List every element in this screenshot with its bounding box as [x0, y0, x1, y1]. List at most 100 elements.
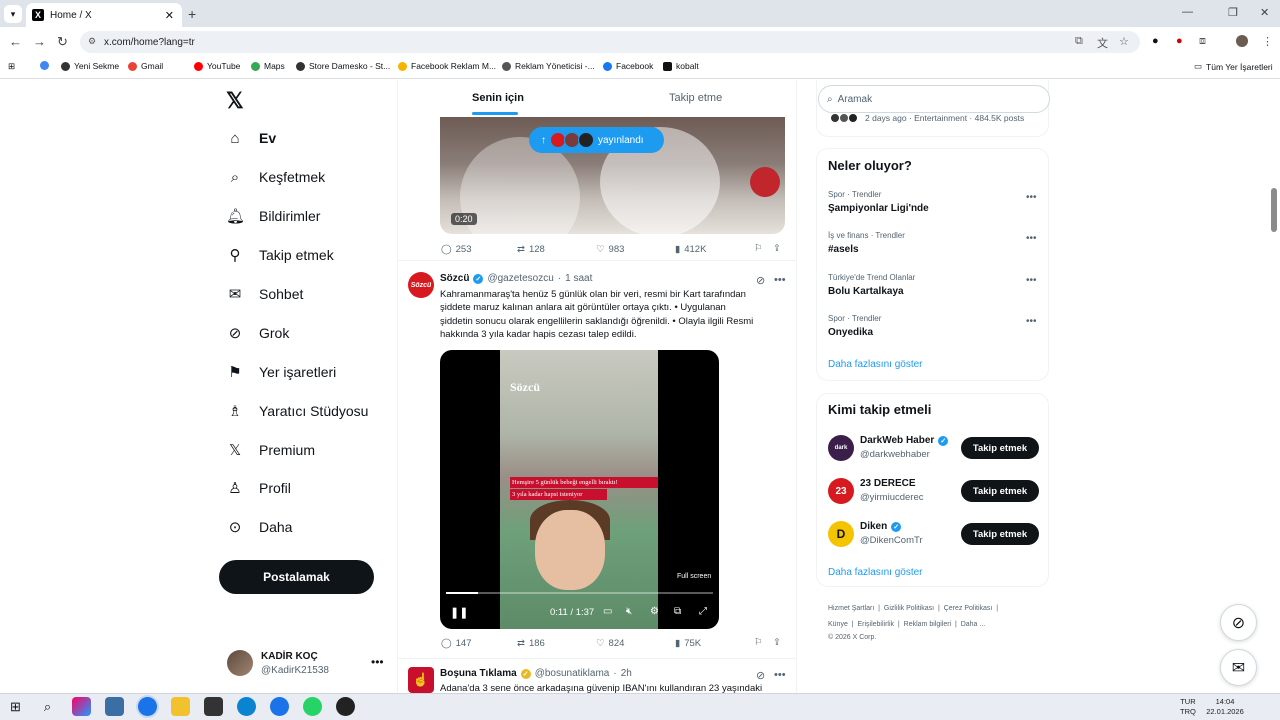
- star-icon[interactable]: ☆: [1119, 35, 1129, 48]
- bookmark-item[interactable]: kobalt: [663, 61, 699, 71]
- share-icon[interactable]: ⇪: [773, 637, 781, 648]
- close-window-button[interactable]: ✕: [1260, 6, 1269, 19]
- extension-red-icon[interactable]: ●: [1176, 35, 1183, 47]
- nav-bookmarks[interactable]: ⚑ Yer işaretleri: [226, 359, 336, 385]
- views-button[interactable]: ▮ 75K: [675, 638, 701, 649]
- kebab-menu-icon[interactable]: ⋮: [1262, 35, 1273, 48]
- app-icon[interactable]: [204, 697, 223, 716]
- bookmark-icon[interactable]: ⚐: [754, 637, 763, 648]
- nav-creator-studio[interactable]: ♗ Yaratıcı Stüdyosu: [226, 398, 368, 424]
- footer-link[interactable]: Erişilebilirlik: [857, 621, 894, 628]
- avatar[interactable]: ☝: [408, 667, 434, 693]
- post-button[interactable]: Postalamak: [219, 560, 374, 594]
- search-input[interactable]: ⌕ Aramak: [818, 85, 1050, 113]
- avatar[interactable]: [227, 650, 253, 676]
- extension-icon[interactable]: ●: [1152, 35, 1159, 47]
- bookmark-item[interactable]: Yeni Sekme: [61, 61, 119, 71]
- repost-button[interactable]: ⇄ 128: [517, 244, 545, 255]
- nav-more[interactable]: ⊙ Daha: [226, 514, 293, 540]
- bookmark-item[interactable]: Maps: [251, 61, 285, 71]
- footer-link[interactable]: Künye: [828, 621, 848, 628]
- windows-start-icon[interactable]: ⊞: [6, 697, 25, 716]
- follow-button[interactable]: Takip etmek: [961, 523, 1039, 545]
- profile-avatar[interactable]: [1236, 35, 1248, 47]
- x-logo-icon[interactable]: 𝕏: [226, 88, 244, 114]
- new-posts-pill[interactable]: ↑ yayınlandı: [529, 127, 664, 153]
- cast-icon[interactable]: ⧉: [1075, 35, 1083, 48]
- page-scrollbar[interactable]: [1271, 188, 1277, 232]
- chrome-icon[interactable]: [270, 697, 289, 716]
- grok-fab[interactable]: ⊘: [1220, 604, 1257, 641]
- grok-icon[interactable]: ⊘: [756, 669, 765, 682]
- views-button[interactable]: ▮ 412K: [675, 244, 706, 255]
- clock[interactable]: 14:04 22.01.2026: [1200, 697, 1250, 717]
- more-horizontal-icon[interactable]: •••: [774, 669, 786, 681]
- footer-link[interactable]: Daha ...: [961, 621, 986, 628]
- mute-icon[interactable]: 🔇︎: [626, 606, 632, 617]
- bookmark-item[interactable]: YouTube: [194, 61, 240, 71]
- footer-link[interactable]: Çerez Politikası: [944, 605, 993, 612]
- bookmark-item[interactable]: Store Damesko - St...: [296, 61, 390, 71]
- trend-meta[interactable]: 2 days ago · Entertainment · 484.5K post…: [830, 113, 1024, 123]
- nav-notifications[interactable]: 🔔︎ Bildirimler: [226, 203, 320, 229]
- reply-button[interactable]: ◯ 253: [441, 244, 472, 255]
- minimize-button[interactable]: —: [1182, 6, 1193, 18]
- copilot-icon[interactable]: [72, 697, 91, 716]
- app-icon[interactable]: [105, 697, 124, 716]
- follow-name[interactable]: DarkWeb Haber ✓: [860, 435, 949, 446]
- maximize-button[interactable]: ❐: [1228, 6, 1238, 19]
- bookmark-item[interactable]: Facebook: [603, 61, 653, 71]
- close-icon[interactable]: ✕: [165, 9, 174, 22]
- address-bar[interactable]: x.com/home?lang=tr: [80, 31, 1140, 53]
- nav-grok[interactable]: ⊘ Grok: [226, 320, 290, 346]
- apps-icon[interactable]: ⊞: [8, 61, 15, 72]
- fullscreen-icon[interactable]: ⤢: [699, 606, 707, 617]
- tab-following[interactable]: Takip etme: [669, 92, 722, 104]
- more-horizontal-icon[interactable]: •••: [1026, 275, 1037, 286]
- forward-button[interactable]: →: [33, 34, 46, 49]
- show-more-trends[interactable]: Daha fazlasını göster: [828, 359, 923, 370]
- pause-icon[interactable]: ❚❚: [450, 606, 468, 619]
- more-horizontal-icon[interactable]: •••: [1026, 192, 1037, 203]
- avatar[interactable]: 23: [828, 478, 854, 504]
- repost-button[interactable]: ⇄ 186: [517, 638, 545, 649]
- trend-name[interactable]: Bolu Kartalkaya: [828, 286, 904, 297]
- nav-chat[interactable]: ✉ Sohbet: [226, 281, 304, 307]
- avatar[interactable]: Sözcü: [408, 272, 434, 298]
- more-horizontal-icon[interactable]: •••: [774, 274, 786, 286]
- site-info-icon[interactable]: ⚙: [88, 36, 96, 47]
- tweet-author[interactable]: Sözcü ✓ @gazetesozcu · 1 saat: [440, 273, 592, 284]
- video-player-2[interactable]: Sözcü Hemşire 5 günlük bebeği engelli bı…: [440, 350, 719, 629]
- browser-tab-active[interactable]: X Home / X ✕: [26, 3, 182, 27]
- app-icon[interactable]: [336, 697, 355, 716]
- nav-profile[interactable]: ♙ Profil: [226, 475, 291, 501]
- footer-link[interactable]: Hizmet Şartları: [828, 605, 874, 612]
- reply-button[interactable]: ◯ 147: [441, 638, 472, 649]
- trend-name[interactable]: Onyedika: [828, 327, 873, 338]
- captions-icon[interactable]: ▭: [603, 606, 612, 617]
- more-horizontal-icon[interactable]: •••: [1026, 233, 1037, 244]
- pip-icon[interactable]: ⧉: [674, 606, 681, 617]
- bookmark-item[interactable]: Facebook Reklam M...: [398, 61, 496, 71]
- footer-link[interactable]: Gizlilik Politikası: [884, 605, 934, 612]
- follow-button[interactable]: Takip etmek: [961, 480, 1039, 502]
- settings-icon[interactable]: ⚙: [650, 606, 659, 617]
- account-handle[interactable]: @KadirK21538: [261, 665, 329, 676]
- like-button[interactable]: ♡ 824: [596, 638, 624, 649]
- puzzle-icon[interactable]: ⧈: [1199, 35, 1206, 48]
- edge-icon[interactable]: [237, 697, 256, 716]
- footer-link[interactable]: Reklam bilgileri: [904, 621, 951, 628]
- more-horizontal-icon[interactable]: •••: [1026, 316, 1037, 327]
- grok-icon[interactable]: ⊘: [756, 274, 765, 287]
- chrome-icon[interactable]: [138, 697, 157, 716]
- bookmark-item[interactable]: Gmail: [128, 61, 163, 71]
- tweet-author[interactable]: Boşuna Tıklama ✓ @bosunatiklama · 2h: [440, 668, 632, 679]
- trend-name[interactable]: Şampiyonlar Ligi'nde: [828, 203, 929, 214]
- nav-premium[interactable]: 𝕏 Premium: [226, 437, 315, 463]
- avatar[interactable]: D: [828, 521, 854, 547]
- nav-explore[interactable]: ⌕ Keşfetmek: [226, 164, 325, 190]
- share-icon[interactable]: ⇪: [773, 243, 781, 254]
- whatsapp-icon[interactable]: [303, 697, 322, 716]
- back-button[interactable]: ←: [9, 34, 22, 49]
- all-bookmarks[interactable]: ▭ Tüm Yer İşaretleri: [1194, 61, 1273, 72]
